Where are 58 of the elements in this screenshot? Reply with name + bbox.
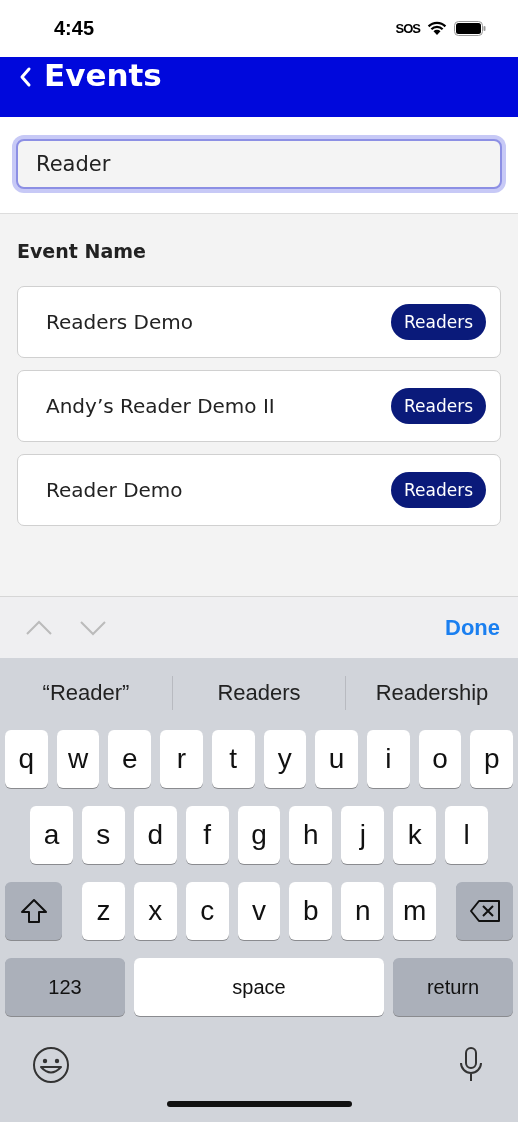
event-tag: Readers [390,388,486,424]
back-button[interactable] [18,66,32,88]
return-key[interactable]: return [393,958,513,1016]
letter-key[interactable]: u [315,730,358,788]
letter-key[interactable]: m [393,882,436,940]
backspace-icon [468,899,501,923]
letter-key[interactable]: w [56,730,100,788]
letter-key[interactable]: z [82,882,125,940]
letter-key[interactable]: f [185,806,229,864]
event-name: Reader Demo [46,478,183,502]
wifi-icon [427,21,447,36]
letter-key[interactable]: p [470,730,514,788]
suggestion-item[interactable]: “Reader” [0,679,172,707]
letter-key[interactable]: y [263,730,307,788]
delete-key[interactable] [456,882,513,940]
letter-key[interactable]: k [393,806,437,864]
suggestion-item[interactable]: Readership [346,679,518,707]
letter-key[interactable]: o [418,730,462,788]
letter-key[interactable]: a [30,806,73,864]
letter-key[interactable]: i [366,730,410,788]
event-card[interactable]: Andy’s Reader Demo II Readers [17,370,501,442]
shift-key[interactable] [5,882,62,940]
previous-field-icon[interactable] [25,619,53,636]
letter-key[interactable]: g [237,806,281,864]
letter-key[interactable]: t [211,730,255,788]
event-tag: Readers [390,472,486,508]
letter-key[interactable]: q [5,730,48,788]
search-field[interactable]: Reader [16,139,502,189]
letter-key[interactable]: d [133,806,177,864]
event-card[interactable]: Reader Demo Readers [17,454,501,526]
letter-key[interactable]: b [289,882,333,940]
letter-key[interactable]: n [341,882,385,940]
section-title: Event Name [17,240,147,262]
event-name: Andy’s Reader Demo II [46,394,275,418]
event-tag: Readers [390,304,486,340]
letter-key[interactable]: s [81,806,125,864]
status-time: 4:45 [54,17,95,40]
space-key[interactable]: space [134,958,384,1016]
letter-key[interactable]: l [445,806,488,864]
letter-key[interactable]: c [185,882,229,940]
shift-arrow-icon [19,898,48,924]
letter-key[interactable]: x [133,882,177,940]
letter-key[interactable]: j [341,806,385,864]
suggestion-item[interactable]: Readers [173,679,345,707]
event-name: Readers Demo [46,310,193,334]
emoji-icon[interactable] [32,1046,70,1084]
battery-icon [454,21,486,36]
back-chevron-icon [18,66,32,88]
numbers-key[interactable]: 123 [5,958,125,1016]
letter-key[interactable]: r [160,730,203,788]
next-field-icon[interactable] [79,619,107,636]
letter-key[interactable]: e [108,730,152,788]
page-title: Events [44,57,162,93]
letter-key[interactable]: v [237,882,281,940]
letter-key[interactable]: h [289,806,333,864]
sos-indicator: SOS [395,21,420,36]
microphone-icon[interactable] [458,1046,484,1084]
event-card[interactable]: Readers Demo Readers [17,286,501,358]
